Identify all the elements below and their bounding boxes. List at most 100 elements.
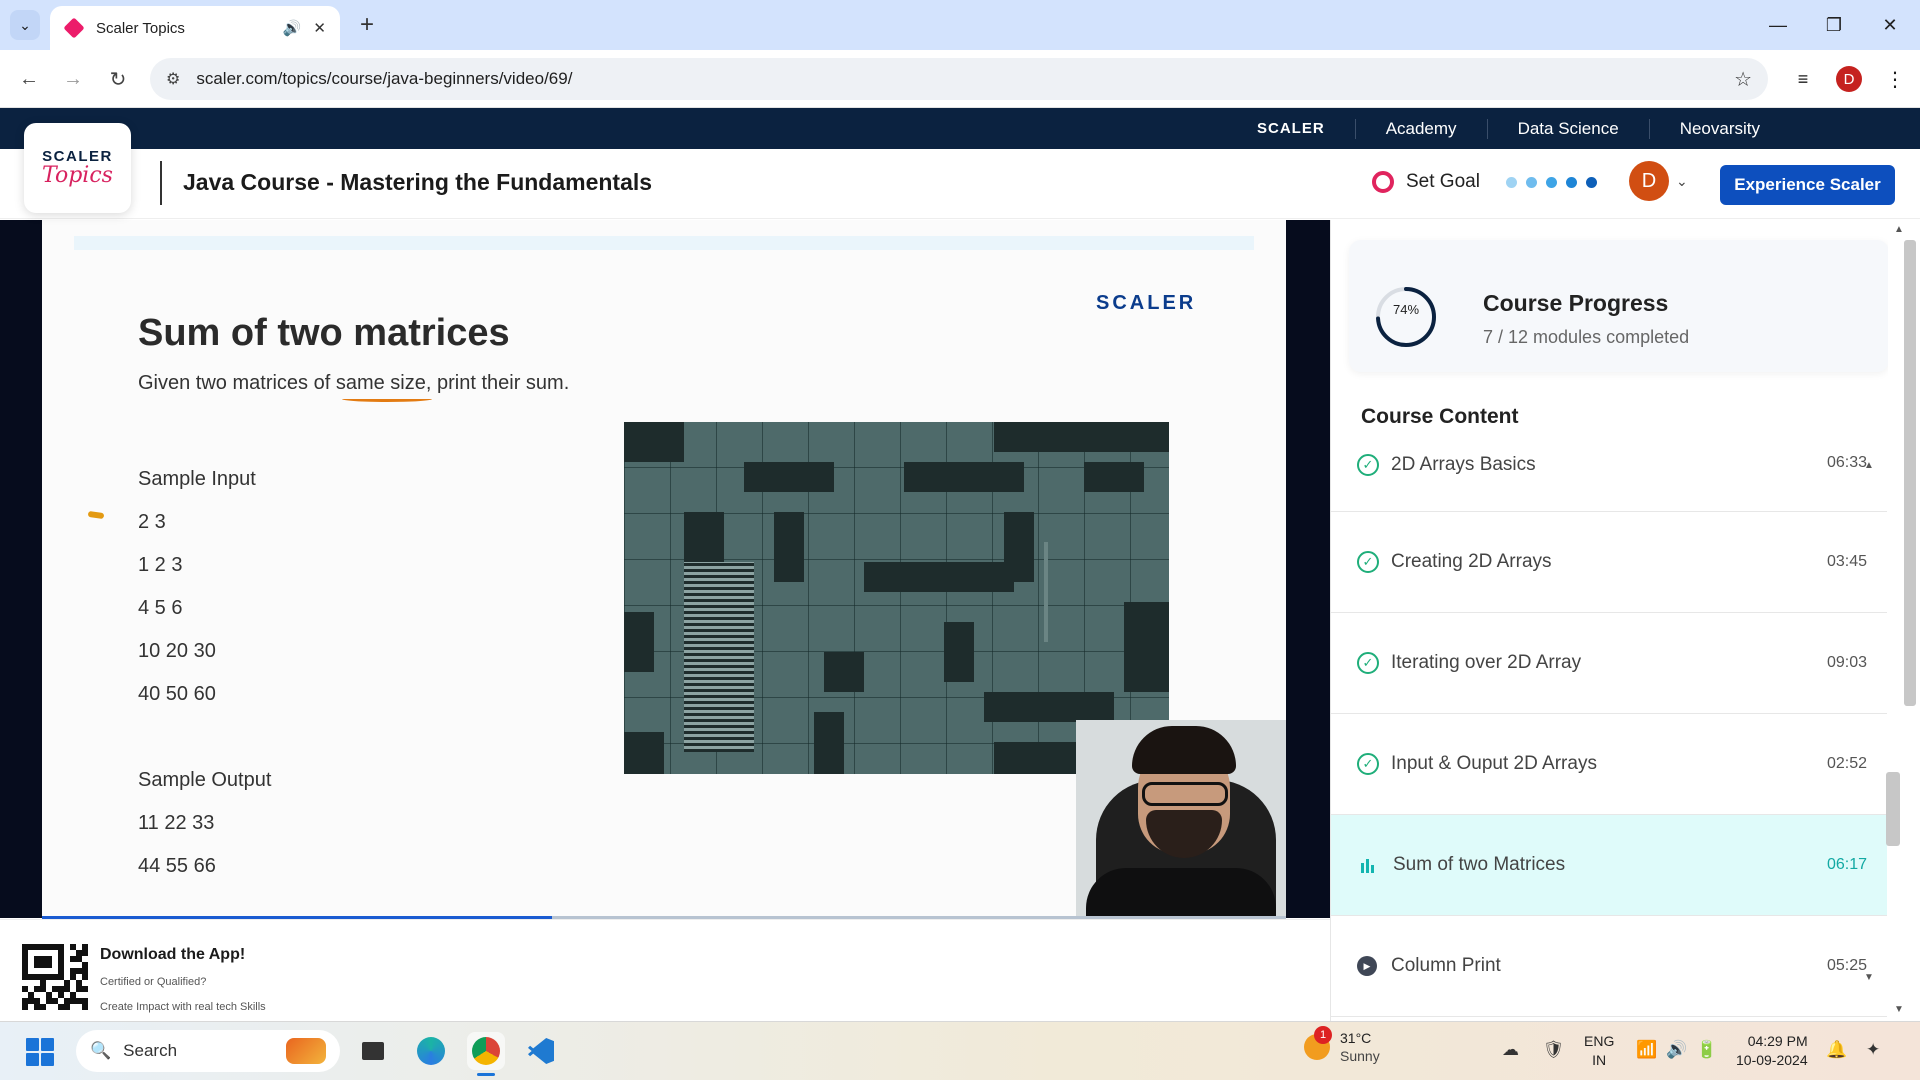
lesson-item[interactable]: ✓ Creating 2D Arrays 03:45	[1331, 512, 1887, 613]
back-button[interactable]: ←	[14, 64, 44, 94]
new-tab-button[interactable]: +	[352, 10, 382, 40]
lang-top: ENG	[1584, 1033, 1615, 1049]
wifi-icon[interactable]: 📶	[1636, 1040, 1657, 1060]
shield-icon[interactable]: 🛡	[1543, 1040, 1565, 1060]
clock-date: 10-09-2024	[1736, 1052, 1808, 1068]
scrollbar-thumb[interactable]	[1904, 240, 1916, 706]
profile-button[interactable]: D	[1834, 64, 1864, 94]
lesson-name: Creating 2D Arrays	[1391, 551, 1552, 572]
slide-line: Sample Output	[138, 769, 272, 791]
check-circle-icon: ✓	[1357, 551, 1379, 573]
goal-dot	[1585, 176, 1597, 188]
lesson-list: ✓ 2D Arrays Basics 06:33 ✓ Creating 2D Array…	[1331, 442, 1887, 1017]
weather-condition: Sunny	[1340, 1048, 1380, 1064]
system-clock[interactable]: 04:29 PM 10-09-2024	[1736, 1032, 1808, 1070]
browser-menu-icon[interactable]: ⋮	[1880, 64, 1910, 94]
logo-topics-text: Topics	[42, 163, 113, 188]
lesson-item[interactable]: ✓ 2D Arrays Basics 06:33	[1331, 442, 1887, 512]
course-progress-card: 74% Course Progress 7 / 12 modules compl…	[1349, 240, 1889, 372]
windows-taskbar: 🔍 Search 1 31°C Sunny ☁ 🛡 ENG IN 📶 🔊 🔋 0…	[0, 1021, 1920, 1080]
course-sidebar: 74% Course Progress 7 / 12 modules compl…	[1330, 220, 1920, 1021]
volume-icon[interactable]: 🔊	[1666, 1040, 1687, 1060]
scaler-topics-logo[interactable]: SCALER Topics	[24, 123, 131, 213]
lesson-item[interactable]: Sum of two Matrices 06:17	[1331, 815, 1887, 916]
slide-heading: Sum of two matrices	[138, 312, 510, 354]
task-view-icon[interactable]	[354, 1032, 392, 1070]
weather-badge: 1	[1314, 1026, 1332, 1044]
tab-search-button[interactable]: ⌄	[10, 10, 40, 40]
notification-bell-icon[interactable]: 🔔	[1826, 1040, 1847, 1060]
goal-dot	[1525, 176, 1537, 188]
lang-bottom: IN	[1592, 1052, 1607, 1068]
address-bar[interactable]: ⚙ scaler.com/topics/course/java-beginner…	[150, 58, 1768, 100]
windows-start-icon[interactable]	[26, 1038, 54, 1066]
lesson-name: Sum of two Matrices	[1393, 854, 1566, 875]
video-slide[interactable]: SCALER Sum of two matrices Given two mat…	[42, 220, 1286, 918]
slide-line	[138, 716, 271, 759]
progress-ring	[1376, 287, 1436, 347]
slide-line: 1 2 3	[138, 554, 183, 576]
chevron-down-icon[interactable]: ⌄	[1676, 173, 1688, 190]
taskbar-search[interactable]: 🔍 Search	[76, 1030, 340, 1072]
app-banner-title: Download the App!	[100, 946, 246, 963]
forward-button[interactable]: →	[58, 64, 88, 94]
set-goal[interactable]: Set Goal	[1372, 171, 1597, 193]
minimize-button[interactable]: —	[1750, 8, 1806, 42]
download-app-banner[interactable]: Download the App! Certified or Qualified…	[0, 919, 1330, 1021]
experience-scaler-button[interactable]: Experience Scaler	[1720, 165, 1895, 205]
close-tab-icon[interactable]: ✕	[313, 19, 326, 37]
close-window-button[interactable]: ✕	[1862, 8, 1918, 42]
media-controls-icon[interactable]: ≡	[1788, 64, 1818, 94]
nav-data-science[interactable]: Data Science	[1486, 118, 1649, 139]
browser-tab[interactable]: Scaler Topics 🔊 ✕	[50, 6, 340, 50]
address-toolbar: ← → ↻ ⚙ scaler.com/topics/course/java-be…	[0, 50, 1920, 108]
search-placeholder: Search	[123, 1041, 178, 1060]
battery-icon[interactable]: 🔋	[1696, 1040, 1717, 1060]
slide-line: 2 3	[138, 511, 166, 533]
check-circle-icon: ✓	[1357, 454, 1379, 476]
annotation-underline	[342, 396, 432, 402]
copilot-icon[interactable]: ✦	[1866, 1040, 1880, 1060]
check-circle-icon: ✓	[1357, 652, 1379, 674]
speaker-icon[interactable]: 🔊	[283, 19, 302, 37]
play-circle-icon: ▶	[1357, 956, 1377, 976]
lesson-item[interactable]: ✓ Input & Ouput 2D Arrays 02:52	[1331, 714, 1887, 815]
lesson-scroll-thumb[interactable]	[1886, 772, 1900, 846]
language-indicator[interactable]: ENG IN	[1584, 1032, 1614, 1070]
site-info-icon[interactable]: ⚙	[166, 69, 180, 89]
qr-code	[22, 944, 88, 1010]
user-avatar[interactable]: D	[1629, 161, 1669, 201]
vscode-icon[interactable]	[522, 1032, 560, 1070]
target-icon	[1372, 171, 1394, 193]
slide-top-bar	[74, 236, 1254, 250]
weather-widget[interactable]: 1 31°C Sunny	[1304, 1026, 1380, 1064]
nav-neovarsity[interactable]: Neovarsity	[1648, 118, 1790, 139]
scaler-brand-link[interactable]: SCALER	[1227, 120, 1355, 137]
chevron-down-icon: ⌄	[19, 16, 31, 33]
scroll-down-icon[interactable]: ▼	[1864, 972, 1874, 983]
slide-line: 4 5 6	[138, 597, 183, 619]
sample-io-text: Sample Input 2 3 1 2 3 4 5 6 10 20 30 40…	[138, 458, 271, 888]
nav-academy[interactable]: Academy	[1354, 118, 1487, 139]
lesson-name: Iterating over 2D Array	[1391, 652, 1582, 673]
edge-icon[interactable]	[412, 1032, 450, 1070]
cloud-off-icon[interactable]: ☁	[1502, 1040, 1519, 1060]
bookmark-star-icon[interactable]: ☆	[1734, 67, 1752, 92]
goal-dot	[1545, 176, 1557, 188]
scroll-up-icon[interactable]: ▲	[1894, 224, 1904, 235]
chrome-icon[interactable]	[467, 1032, 505, 1076]
scroll-down-icon[interactable]: ▼	[1894, 1004, 1904, 1015]
restore-button[interactable]: ❐	[1806, 8, 1862, 42]
lesson-item[interactable]: ▶ Column Print 05:25	[1331, 916, 1887, 1017]
browser-tab-strip: ⌄ Scaler Topics 🔊 ✕ + — ❐ ✕	[0, 0, 1920, 50]
url-text[interactable]: scaler.com/topics/course/java-beginners/…	[196, 69, 1718, 89]
progress-title: Course Progress	[1483, 290, 1669, 316]
lesson-item[interactable]: ✓ Iterating over 2D Array 09:03	[1331, 613, 1887, 714]
reload-button[interactable]: ↻	[103, 64, 133, 94]
lesson-list-scrollbar[interactable]: ▲ ▼	[1852, 220, 1888, 1021]
presenter-webcam	[1076, 720, 1286, 918]
weather-temp: 31°C	[1340, 1030, 1372, 1046]
goal-progress-dots	[1505, 176, 1597, 188]
scroll-up-icon[interactable]: ▲	[1864, 460, 1874, 471]
sidebar-scrollbar[interactable]: ▲ ▼	[1888, 220, 1920, 1021]
